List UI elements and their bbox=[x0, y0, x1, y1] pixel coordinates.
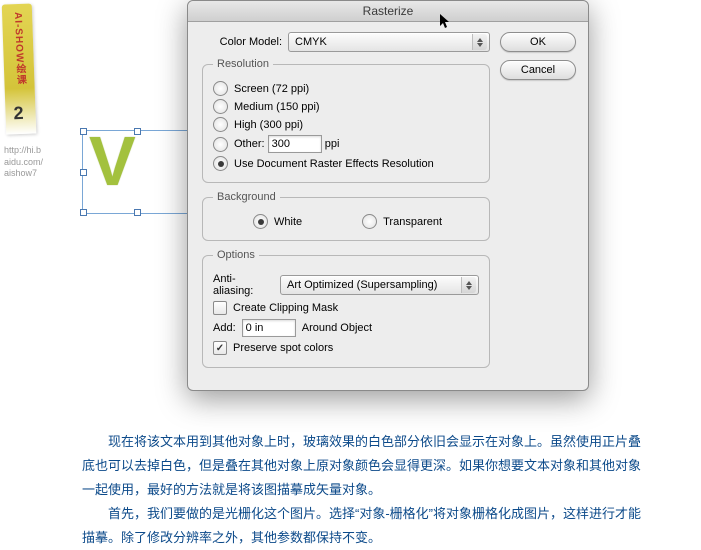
clip-mask-checkbox[interactable]: Create Clipping Mask bbox=[213, 301, 479, 315]
paragraph-1: 现在将该文本用到其他对象上时，玻璃效果的白色部分依旧会显示在对象上。虽然使用正片… bbox=[82, 430, 642, 502]
selection-handle[interactable] bbox=[80, 128, 87, 135]
selection-handle[interactable] bbox=[134, 209, 141, 216]
ok-button[interactable]: OK bbox=[500, 32, 576, 52]
radio-white[interactable]: White bbox=[253, 214, 302, 229]
cursor-icon bbox=[440, 14, 452, 30]
selection-handle[interactable] bbox=[134, 128, 141, 135]
chevron-updown-icon bbox=[472, 34, 487, 50]
aa-value: Art Optimized (Supersampling) bbox=[287, 279, 437, 291]
background-legend: Background bbox=[213, 191, 280, 203]
color-model-select[interactable]: CMYK bbox=[288, 32, 490, 52]
sidebar: AI-SHOW绘课 2 bbox=[4, 4, 38, 134]
radio-icon bbox=[213, 137, 228, 152]
radio-icon bbox=[213, 81, 228, 96]
preserve-checkbox[interactable]: Preserve spot colors bbox=[213, 341, 479, 355]
ribbon-title: AI-SHOW绘课 bbox=[10, 12, 28, 86]
around-text: Around Object bbox=[302, 322, 372, 334]
color-model-label: Color Model: bbox=[202, 36, 282, 48]
artwork-letter: V bbox=[89, 121, 136, 201]
selection-handle[interactable] bbox=[80, 169, 87, 176]
radio-medium[interactable]: Medium (150 ppi) bbox=[213, 99, 479, 114]
body-text: 现在将该文本用到其他对象上时，玻璃效果的白色部分依旧会显示在对象上。虽然使用正片… bbox=[82, 430, 642, 550]
source-url: http://hi.b aidu.com/ aishow7 bbox=[4, 145, 43, 180]
ribbon-number: 2 bbox=[13, 103, 24, 124]
aa-select[interactable]: Art Optimized (Supersampling) bbox=[280, 275, 479, 295]
radio-high[interactable]: High (300 ppi) bbox=[213, 117, 479, 132]
dialog-title[interactable]: Rasterize bbox=[188, 1, 588, 22]
artwork-selection[interactable]: V bbox=[82, 130, 192, 214]
selection-handle[interactable] bbox=[80, 209, 87, 216]
radio-icon bbox=[213, 117, 228, 132]
options-group: Options Anti-aliasing: Art Optimized (Su… bbox=[202, 249, 490, 368]
other-ppi-input[interactable] bbox=[268, 135, 322, 153]
rasterize-dialog: Rasterize Color Model: CMYK Resolution S… bbox=[187, 0, 589, 391]
color-model-value: CMYK bbox=[295, 36, 327, 48]
radio-icon bbox=[362, 214, 377, 229]
add-label: Add: bbox=[213, 322, 236, 334]
radio-transparent[interactable]: Transparent bbox=[362, 214, 442, 229]
radio-use-doc[interactable]: Use Document Raster Effects Resolution bbox=[213, 156, 479, 171]
add-input[interactable] bbox=[242, 319, 296, 337]
resolution-group: Resolution Screen (72 ppi) Medium (150 p… bbox=[202, 58, 490, 183]
resolution-legend: Resolution bbox=[213, 58, 273, 70]
radio-icon bbox=[213, 156, 228, 171]
background-group: Background White Transparent bbox=[202, 191, 490, 241]
chevron-updown-icon bbox=[461, 277, 476, 293]
radio-screen[interactable]: Screen (72 ppi) bbox=[213, 81, 479, 96]
cancel-button[interactable]: Cancel bbox=[500, 60, 576, 80]
radio-icon bbox=[213, 99, 228, 114]
radio-other[interactable]: Other: ppi bbox=[213, 135, 479, 153]
ribbon-bookmark: AI-SHOW绘课 2 bbox=[2, 4, 37, 135]
checkbox-icon bbox=[213, 301, 227, 315]
checkbox-icon bbox=[213, 341, 227, 355]
aa-label: Anti-aliasing: bbox=[213, 273, 274, 297]
options-legend: Options bbox=[213, 249, 259, 261]
radio-icon bbox=[253, 214, 268, 229]
